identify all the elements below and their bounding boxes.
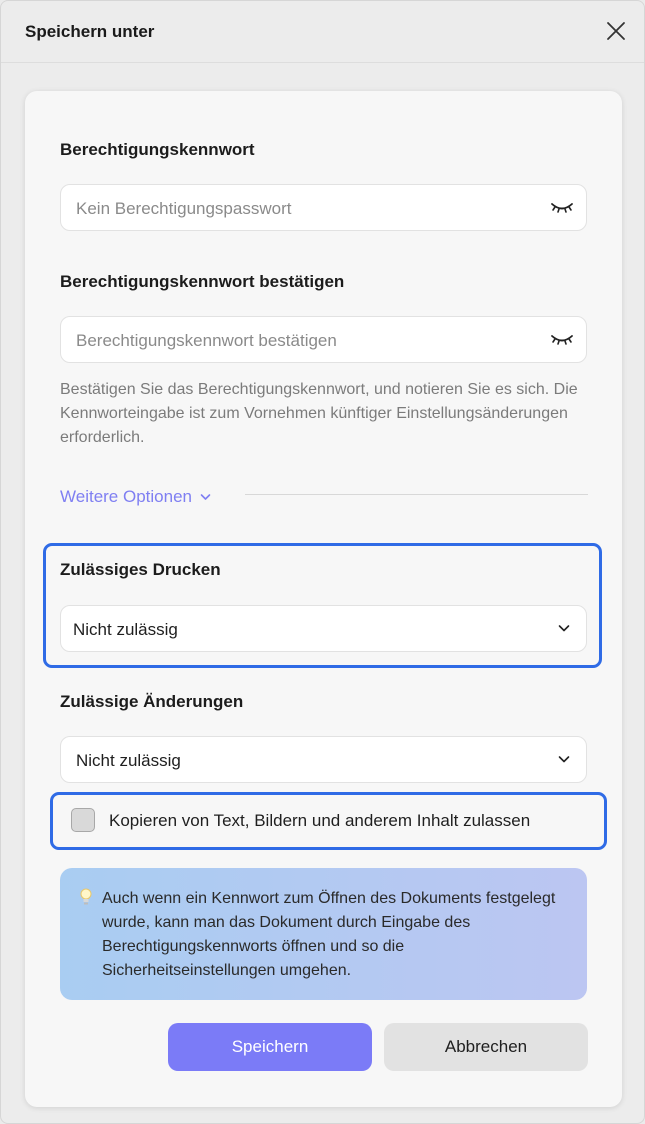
printing-label: Zulässiges Drucken <box>60 560 221 579</box>
close-button[interactable] <box>604 19 628 43</box>
cancel-button[interactable]: Abbrechen <box>384 1023 588 1071</box>
printing-select[interactable]: Nicht zulässig <box>60 605 587 652</box>
title-bar: Speichern unter <box>1 1 644 63</box>
more-options-toggle[interactable]: Weitere Optionen <box>60 487 211 507</box>
eye-closed-icon[interactable] <box>550 333 574 347</box>
save-as-dialog: Speichern unter Berechtigungskennwort Ke… <box>0 0 645 1124</box>
settings-panel: Berechtigungskennwort Kein Berechtigungs… <box>25 91 622 1107</box>
confirm-password-field[interactable]: Berechtigungskennwort bestätigen <box>60 316 587 363</box>
confirm-password-label: Berechtigungskennwort bestätigen <box>60 272 345 291</box>
close-icon <box>607 22 625 40</box>
chevron-down-icon <box>558 756 570 763</box>
changes-label: Zulässige Änderungen <box>60 692 244 711</box>
permission-password-field[interactable]: Kein Berechtigungspasswort <box>60 184 587 231</box>
lightbulb-icon <box>80 888 92 905</box>
save-button[interactable]: Speichern <box>168 1023 372 1071</box>
copy-option-checkbox[interactable] <box>71 808 95 832</box>
copy-option-label: Kopieren von Text, Bildern und anderem I… <box>109 811 531 830</box>
password-hint: Bestätigen Sie das Berechtigungskennwort… <box>60 381 578 446</box>
dialog-title: Speichern unter <box>25 22 155 41</box>
changes-selected-value: Nicht zulässig <box>76 751 181 770</box>
more-options-label: Weitere Optionen <box>60 487 192 506</box>
more-options-divider <box>245 494 588 495</box>
permission-password-label: Berechtigungskennwort <box>60 140 255 159</box>
confirm-password-placeholder: Berechtigungskennwort bestätigen <box>76 331 337 350</box>
chevron-down-icon <box>200 494 211 500</box>
printing-selected-value: Nicht zulässig <box>73 620 178 639</box>
changes-select[interactable]: Nicht zulässig <box>60 736 587 783</box>
copy-option-row[interactable]: Kopieren von Text, Bildern und anderem I… <box>50 792 605 849</box>
chevron-down-icon <box>558 625 570 632</box>
permission-password-placeholder: Kein Berechtigungspasswort <box>76 199 292 218</box>
info-box: Auch wenn ein Kennwort zum Öffnen des Do… <box>60 868 587 1000</box>
info-text: Auch wenn ein Kennwort zum Öffnen des Do… <box>102 890 556 979</box>
eye-closed-icon[interactable] <box>550 201 574 215</box>
